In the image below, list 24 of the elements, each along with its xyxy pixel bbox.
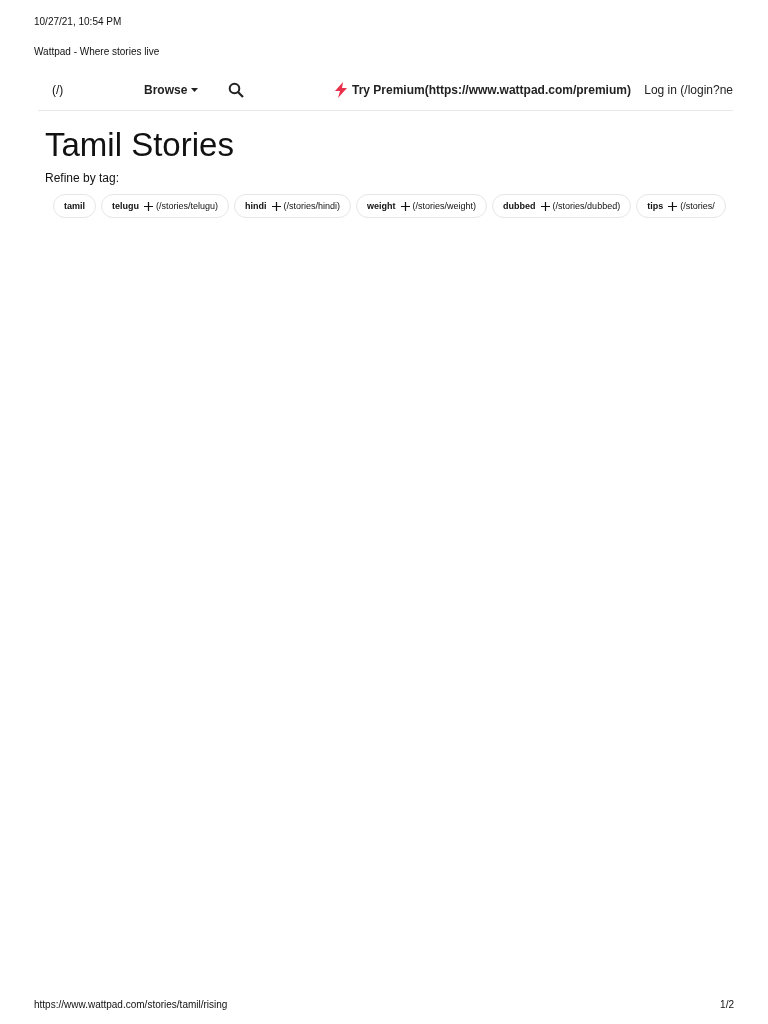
home-link[interactable]: (/) bbox=[52, 83, 144, 97]
refine-label: Refine by tag: bbox=[45, 171, 121, 185]
plus-icon bbox=[271, 201, 281, 211]
search-icon[interactable] bbox=[228, 82, 244, 98]
page-number: 1/2 bbox=[720, 999, 734, 1010]
print-title: Wattpad - Where stories live bbox=[34, 46, 160, 59]
login-link[interactable]: Log in (/login?ne bbox=[644, 83, 733, 97]
plus-icon bbox=[400, 201, 410, 211]
lightning-icon bbox=[334, 82, 348, 98]
page-title: Tamil Stories bbox=[45, 125, 235, 165]
tag-chip[interactable]: weight (/stories/weight) bbox=[356, 194, 488, 218]
tag-chip[interactable]: tamil bbox=[53, 194, 96, 218]
print-url: https://www.wattpad.com/stories/tamil/rising bbox=[34, 999, 228, 1010]
plus-icon bbox=[540, 201, 550, 211]
premium-link[interactable]: Try Premium(https://www.wattpad.com/premium) bbox=[352, 83, 631, 97]
browse-menu[interactable]: Browse bbox=[144, 83, 228, 97]
tag-chip[interactable]: hindi (/stories/hindi) bbox=[234, 194, 352, 218]
plus-icon bbox=[668, 201, 678, 211]
tag-chip[interactable]: dubbed (/stories/dubbed) bbox=[492, 194, 632, 218]
tag-chip[interactable]: telugu (/stories/telugu) bbox=[101, 194, 230, 218]
tag-chip[interactable]: tips (/stories/ bbox=[636, 194, 726, 218]
print-date: 10/27/21, 10:54 PM bbox=[34, 16, 122, 29]
plus-icon bbox=[144, 201, 153, 211]
caret-icon bbox=[191, 88, 199, 92]
